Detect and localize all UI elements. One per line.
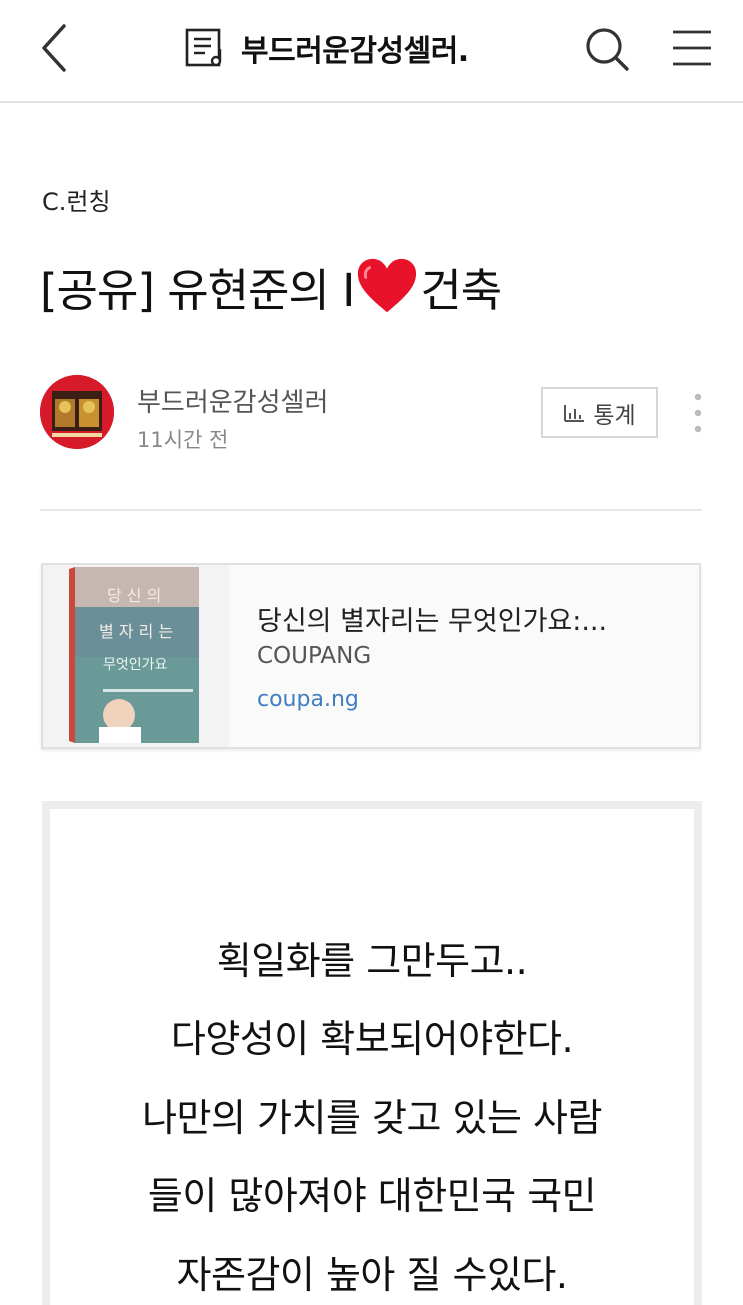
author-avatar[interactable] bbox=[40, 375, 114, 449]
quote-line: 다양성이 확보되어야한다. bbox=[170, 1017, 574, 1061]
post-title-prefix: [공유] 유현준의 I bbox=[40, 264, 355, 317]
heart-icon bbox=[358, 258, 417, 312]
search-button[interactable] bbox=[584, 26, 630, 72]
post-time: 11시간 전 bbox=[137, 428, 229, 452]
link-source: COUPANG bbox=[257, 643, 372, 669]
book-thumbnail: 당 신 의 별 자 리 는 무엇인가요 bbox=[43, 565, 229, 747]
post-category[interactable]: C.런칭 bbox=[42, 182, 111, 217]
book-cover-image: 당 신 의 별 자 리 는 무엇인가요 bbox=[43, 565, 229, 747]
link-url[interactable]: coupa.ng bbox=[257, 687, 359, 712]
quote-line: 자존감이 높아 질 수있다. bbox=[176, 1253, 568, 1297]
svg-text:별 자 리 는: 별 자 리 는 bbox=[99, 622, 173, 641]
avatar-image bbox=[40, 375, 114, 449]
bar-chart-icon bbox=[564, 404, 585, 422]
top-app-bar: 부드러운감성셀러. bbox=[0, 0, 743, 103]
stats-label: 통계 bbox=[593, 402, 636, 429]
back-button[interactable] bbox=[38, 22, 74, 74]
quote-box: 획일화를 그만두고.. 다양성이 확보되어야한다. 나만의 가치를 갖고 있는 … bbox=[42, 801, 702, 1305]
blog-doc-icon bbox=[185, 28, 222, 67]
divider bbox=[40, 509, 702, 511]
link-preview-card[interactable]: 당 신 의 별 자 리 는 무엇인가요 당신의 별자리는 무엇인가요:... C… bbox=[41, 563, 701, 749]
quote-line: 나만의 가치를 갖고 있는 사람 bbox=[142, 1096, 602, 1140]
svg-text:무엇인가요: 무엇인가요 bbox=[103, 657, 168, 673]
author-name[interactable]: 부드러운감성셀러 bbox=[137, 382, 328, 419]
blog-title-link[interactable]: 부드러운감성셀러. bbox=[185, 26, 469, 70]
quote-line: 획일화를 그만두고.. bbox=[216, 939, 528, 983]
menu-icon bbox=[673, 30, 711, 66]
more-options-button[interactable] bbox=[688, 392, 708, 434]
stats-button[interactable]: 통계 bbox=[541, 387, 658, 438]
menu-button[interactable] bbox=[671, 28, 713, 68]
back-icon bbox=[42, 24, 66, 72]
search-icon bbox=[586, 28, 629, 71]
quote-line: 들이 많아져야 대한민국 국민 bbox=[147, 1174, 597, 1218]
svg-text:당 신 의: 당 신 의 bbox=[107, 586, 161, 605]
more-vertical-icon bbox=[694, 393, 702, 433]
post-title-suffix: 건축 bbox=[420, 264, 502, 317]
blog-title: 부드러운감성셀러. bbox=[241, 34, 469, 69]
link-title: 당신의 별자리는 무엇인가요:... bbox=[257, 606, 608, 637]
post-title: [공유] 유현준의 I 건축 bbox=[40, 254, 502, 319]
